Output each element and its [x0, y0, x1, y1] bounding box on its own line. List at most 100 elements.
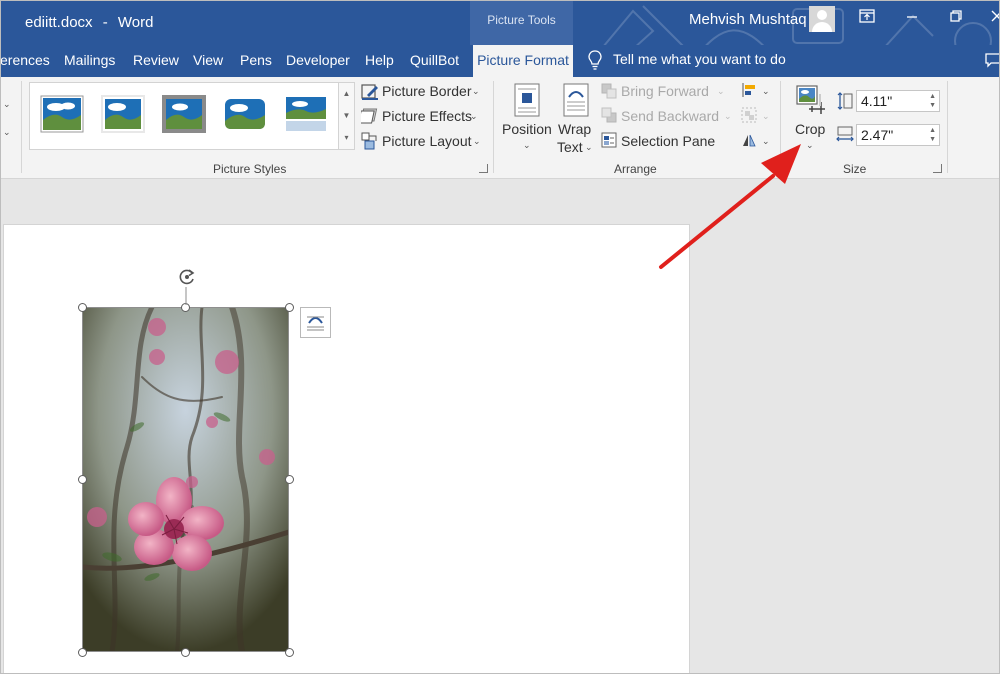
gallery-scrollbar: ▲ ▼ ▾: [339, 82, 355, 150]
title-bar: ediitt.docx - Word Picture Tools Mehvish…: [1, 1, 999, 77]
resize-handle-top-right[interactable]: [285, 303, 294, 312]
picture-border-button[interactable]: Picture Border: [382, 83, 471, 99]
picture-style-thumbnail[interactable]: [162, 95, 206, 133]
tab-pens[interactable]: Pens: [240, 52, 272, 68]
picture-layout-button[interactable]: Picture Layout: [382, 133, 472, 149]
tab-mailings[interactable]: Mailings: [64, 52, 115, 68]
tab-developer[interactable]: Developer: [286, 52, 350, 68]
height-spin-down-icon[interactable]: ▼: [929, 102, 936, 110]
group-separator: [21, 81, 22, 173]
size-group-label: Size: [843, 162, 867, 176]
gallery-scroll-down-button[interactable]: ▼: [339, 105, 354, 127]
group-objects-icon[interactable]: [741, 107, 757, 123]
picture-selection-border: [82, 307, 289, 652]
gallery-more-button[interactable]: ▾: [339, 127, 354, 149]
resize-handle-right[interactable]: [285, 475, 294, 484]
ribbon-display-options-button[interactable]: [855, 9, 879, 29]
restore-icon: [950, 10, 962, 22]
group-separator: [493, 81, 494, 173]
close-button[interactable]: [985, 9, 999, 29]
bring-forward-button[interactable]: Bring Forward: [621, 83, 709, 99]
position-icon: [514, 83, 540, 117]
crop-icon: [796, 85, 825, 114]
picture-styles-group-label: Picture Styles: [213, 162, 287, 176]
window-title: ediitt.docx - Word: [25, 14, 153, 31]
wrap-text-button-line1[interactable]: Wrap: [558, 121, 591, 137]
crop-dropdown-icon[interactable]: ⌄: [806, 140, 814, 151]
send-backward-dropdown-icon[interactable]: ⌄: [724, 111, 732, 122]
align-dropdown-icon[interactable]: ⌄: [762, 86, 770, 97]
app-name: Word: [117, 14, 154, 31]
position-button[interactable]: Position: [502, 121, 552, 137]
tab-help[interactable]: Help: [365, 52, 394, 68]
tab-picture-format[interactable]: Picture Format: [473, 45, 573, 77]
picture-effects-dropdown-icon[interactable]: ⌄: [470, 111, 478, 122]
rotate-objects-icon[interactable]: [741, 132, 757, 148]
minimize-icon: [907, 16, 917, 18]
gallery-scroll-up-button[interactable]: ▲: [339, 83, 354, 105]
width-spin-down-icon[interactable]: ▼: [929, 136, 936, 144]
wrap-text-button-line2[interactable]: Text: [557, 139, 583, 155]
picture-tools-header: Picture Tools: [470, 1, 573, 45]
tab-quillbot[interactable]: QuillBot: [410, 52, 459, 68]
rotate-handle-stem: [185, 287, 187, 305]
group-objects-dropdown-icon[interactable]: ⌄: [762, 111, 770, 122]
shape-height-input[interactable]: 4.11" ▲ ▼: [856, 90, 940, 112]
resize-handle-bottom-left[interactable]: [78, 648, 87, 657]
word-window: ediitt.docx - Word Picture Tools Mehvish…: [0, 0, 1000, 674]
layout-options-button[interactable]: [300, 307, 331, 338]
shape-width-input[interactable]: 2.47" ▲ ▼: [856, 124, 940, 146]
shape-height-icon: [837, 92, 853, 110]
picture-layout-dropdown-icon[interactable]: ⌄: [473, 136, 481, 147]
wrap-text-dropdown-icon[interactable]: ⌄: [585, 142, 593, 153]
align-icon[interactable]: [741, 82, 757, 98]
rotate-handle-icon[interactable]: [177, 267, 197, 287]
shape-width-icon: [836, 126, 854, 142]
minimize-button[interactable]: [900, 9, 924, 29]
user-avatar[interactable]: [809, 6, 835, 32]
ribbon-left-chevron-icon-2[interactable]: ⌄: [3, 127, 11, 138]
selection-pane-icon: [601, 132, 617, 148]
picture-style-thumbnail[interactable]: [223, 95, 267, 133]
tab-review[interactable]: Review: [133, 52, 179, 68]
wrap-text-icon: [563, 83, 589, 117]
picture-layout-icon: [361, 132, 377, 150]
picture-effects-button[interactable]: Picture Effects: [382, 108, 472, 124]
tell-me-search[interactable]: Tell me what you want to do: [613, 51, 786, 67]
lightbulb-icon: [588, 50, 602, 70]
group-separator: [947, 81, 948, 173]
picture-effects-icon: [361, 108, 378, 124]
shape-width-value: 2.47": [861, 127, 894, 143]
picture-border-dropdown-icon[interactable]: ⌄: [472, 86, 480, 97]
picture-style-thumbnail[interactable]: [284, 95, 328, 133]
resize-handle-bottom-right[interactable]: [285, 648, 294, 657]
picture-style-thumbnail[interactable]: [40, 95, 84, 133]
restore-button[interactable]: [944, 9, 968, 29]
picture-styles-launcher-icon[interactable]: [479, 164, 488, 173]
tab-references[interactable]: erences: [1, 52, 50, 68]
height-spin-up-icon[interactable]: ▲: [929, 93, 936, 101]
ribbon-left-chevron-icon[interactable]: ⌄: [3, 99, 11, 110]
position-dropdown-icon[interactable]: ⌄: [523, 140, 531, 151]
group-separator: [780, 81, 781, 173]
close-icon: [991, 10, 999, 22]
document-name: ediitt.docx: [25, 14, 93, 31]
arrange-group-label: Arrange: [614, 162, 657, 176]
selection-pane-button[interactable]: Selection Pane: [621, 133, 715, 149]
send-backward-button[interactable]: Send Backward: [621, 108, 719, 124]
width-spin-up-icon[interactable]: ▲: [929, 127, 936, 135]
resize-handle-top-left[interactable]: [78, 303, 87, 312]
comments-icon[interactable]: [985, 52, 1000, 68]
title-separator: -: [102, 14, 108, 31]
resize-handle-left[interactable]: [78, 475, 87, 484]
crop-button[interactable]: Crop: [795, 121, 825, 137]
picture-styles-gallery: [29, 82, 339, 150]
resize-handle-bottom[interactable]: [181, 648, 190, 657]
size-launcher-icon[interactable]: [933, 164, 942, 173]
tab-view[interactable]: View: [193, 52, 223, 68]
rotate-dropdown-icon[interactable]: ⌄: [762, 136, 770, 147]
picture-style-thumbnail[interactable]: [101, 95, 145, 133]
user-name[interactable]: Mehvish Mushtaq: [689, 11, 807, 28]
send-backward-icon: [601, 107, 617, 123]
bring-forward-dropdown-icon[interactable]: ⌄: [717, 86, 725, 97]
